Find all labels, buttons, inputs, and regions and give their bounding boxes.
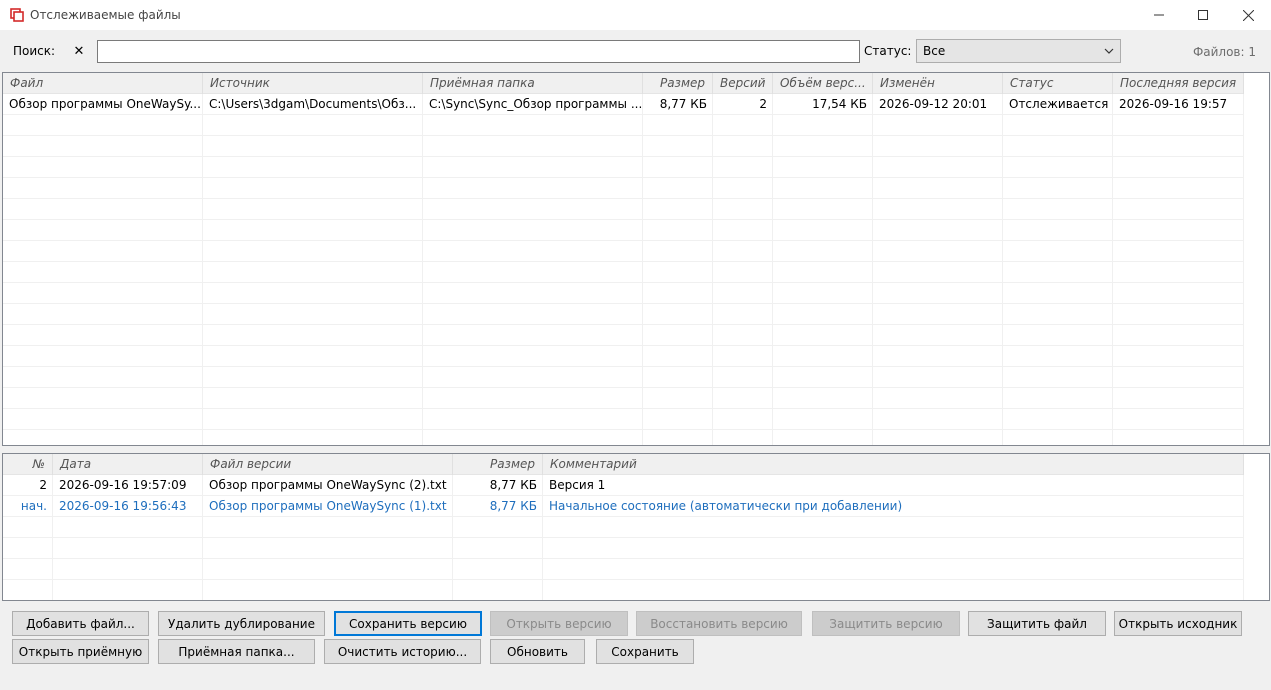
versions-table-column-header[interactable]: Файл версии: [203, 454, 453, 475]
files-table-row: [3, 199, 1244, 220]
close-window-button[interactable]: [1225, 0, 1271, 30]
files-table-cell: 2026-09-12 20:01: [879, 97, 988, 111]
versions-grid-header: № Дата Файл версии Размер Комментарий: [3, 454, 1244, 475]
files-grid[interactable]: Файл Источник Приёмная папка Размер Версий Об…: [2, 72, 1270, 446]
versions-table-cell: Начальное состояние (автоматически при д…: [549, 499, 903, 513]
files-table-row: [3, 325, 1244, 346]
files-table-cell: Отслеживается: [1009, 97, 1109, 111]
versions-table-cell: 8,77 КБ: [489, 478, 537, 492]
files-table-row: [3, 262, 1244, 283]
files-table-row: [3, 346, 1244, 367]
open-version-button[interactable]: Открыть версию: [490, 611, 628, 636]
files-table-column-header[interactable]: Изменён: [873, 73, 1003, 94]
versions-table-row: [3, 580, 1244, 600]
versions-table-row: [3, 559, 1244, 580]
versions-table-cell: Обзор программы OneWaySync (2).txt: [209, 478, 447, 492]
versions-table-row: [3, 517, 1244, 538]
files-table-row: [3, 409, 1244, 430]
open-source-button[interactable]: Открыть исходник: [1114, 611, 1242, 636]
files-table-row: [3, 220, 1244, 241]
files-table-cell: C:\Users\3dgam\Documents\Обз...: [209, 97, 417, 111]
files-table-row: [3, 136, 1244, 157]
minimize-icon: [1154, 14, 1164, 16]
versions-table-row[interactable]: нач. 2026-09-16 19:56:43 Обзор программы O…: [3, 496, 1244, 517]
files-table-row: [3, 241, 1244, 262]
files-table-cell: C:\Sync\Sync_Обзор программы ...: [429, 97, 643, 111]
add-file-button[interactable]: Добавить файл...: [12, 611, 149, 636]
title-bar: Отслеживаемые файлы: [0, 0, 1271, 30]
files-table-cell: 17,54 КБ: [812, 97, 867, 111]
restore-version-button[interactable]: Восстановить версию: [636, 611, 802, 636]
protect-file-button[interactable]: Защитить файл: [968, 611, 1106, 636]
window-title: Отслеживаемые файлы: [30, 8, 181, 22]
versions-table-cell: 2: [39, 478, 47, 492]
files-table-column-header[interactable]: Источник: [203, 73, 423, 94]
clear-history-button[interactable]: Очистить историю...: [324, 639, 481, 664]
files-table-column-header[interactable]: Приёмная папка: [423, 73, 643, 94]
status-label: Статус:: [864, 44, 912, 58]
files-table-row[interactable]: Обзор программы OneWaySy... C:\Users\3dga…: [3, 94, 1244, 115]
save-button[interactable]: Сохранить: [596, 639, 694, 664]
search-input[interactable]: [97, 40, 860, 63]
files-table-row: [3, 304, 1244, 325]
files-table-cell: 8,77 КБ: [659, 97, 707, 111]
files-table-cell: Обзор программы OneWaySy...: [9, 97, 201, 111]
versions-table-cell: Обзор программы OneWaySync (1).txt: [209, 499, 447, 513]
versions-table-cell: 2026-09-16 19:56:43: [59, 499, 187, 513]
files-table-column-header[interactable]: Последняя версия: [1113, 73, 1244, 94]
versions-table-cell: 8,77 КБ: [489, 499, 537, 513]
files-table-column-header[interactable]: Версий: [713, 73, 773, 94]
maximize-button[interactable]: [1180, 0, 1226, 30]
files-table-row: [3, 388, 1244, 409]
status-select[interactable]: Все: [916, 39, 1121, 63]
files-table-column-header[interactable]: Файл: [3, 73, 203, 94]
status-select-value: Все: [923, 44, 946, 58]
files-table-column-header[interactable]: Объём верс...: [773, 73, 873, 94]
chevron-down-icon: [1104, 48, 1114, 54]
files-table-column-header[interactable]: Статус: [1003, 73, 1113, 94]
close-icon: [1242, 9, 1254, 21]
versions-table-cell: нач.: [20, 499, 47, 513]
versions-table-column-header[interactable]: Комментарий: [543, 454, 1244, 475]
target-folder-button[interactable]: Приёмная папка...: [158, 639, 315, 664]
versions-table-column-header[interactable]: Дата: [53, 454, 203, 475]
files-table-row: [3, 430, 1244, 445]
minimize-button[interactable]: [1136, 0, 1182, 30]
versions-table-cell: Версия 1: [549, 478, 606, 492]
search-label: Поиск:: [13, 44, 56, 58]
versions-table-column-header[interactable]: №: [3, 454, 53, 475]
files-table-row: [3, 283, 1244, 304]
versions-table-row[interactable]: 2 2026-09-16 19:57:09 Обзор программы OneW…: [3, 475, 1244, 496]
versions-grid[interactable]: № Дата Файл версии Размер Комментарий 2 2026-…: [2, 453, 1270, 601]
files-table-cell: 2026-09-16 19:57: [1119, 97, 1228, 111]
files-table-row: [3, 157, 1244, 178]
clear-search-icon[interactable]: ✕: [70, 40, 88, 62]
files-grid-header: Файл Источник Приёмная папка Размер Версий Об…: [3, 73, 1244, 94]
files-table-row: [3, 367, 1244, 388]
files-table-row: [3, 178, 1244, 199]
versions-table-cell: 2026-09-16 19:57:09: [59, 478, 187, 492]
versions-table-row: [3, 538, 1244, 559]
maximize-icon: [1198, 10, 1208, 20]
save-version-button[interactable]: Сохранить версию: [334, 611, 482, 636]
protect-version-button[interactable]: Защитить версию: [812, 611, 960, 636]
files-table-column-header[interactable]: Размер: [643, 73, 713, 94]
files-table-row: [3, 115, 1244, 136]
files-table-cell: 2: [759, 97, 767, 111]
open-target-button[interactable]: Открыть приёмную: [12, 639, 149, 664]
files-count: Файлов: 1: [1192, 45, 1256, 59]
versions-table-column-header[interactable]: Размер: [453, 454, 543, 475]
refresh-button[interactable]: Обновить: [490, 639, 585, 664]
app-icon: [10, 8, 24, 22]
remove-duplicates-button[interactable]: Удалить дублирование: [158, 611, 325, 636]
